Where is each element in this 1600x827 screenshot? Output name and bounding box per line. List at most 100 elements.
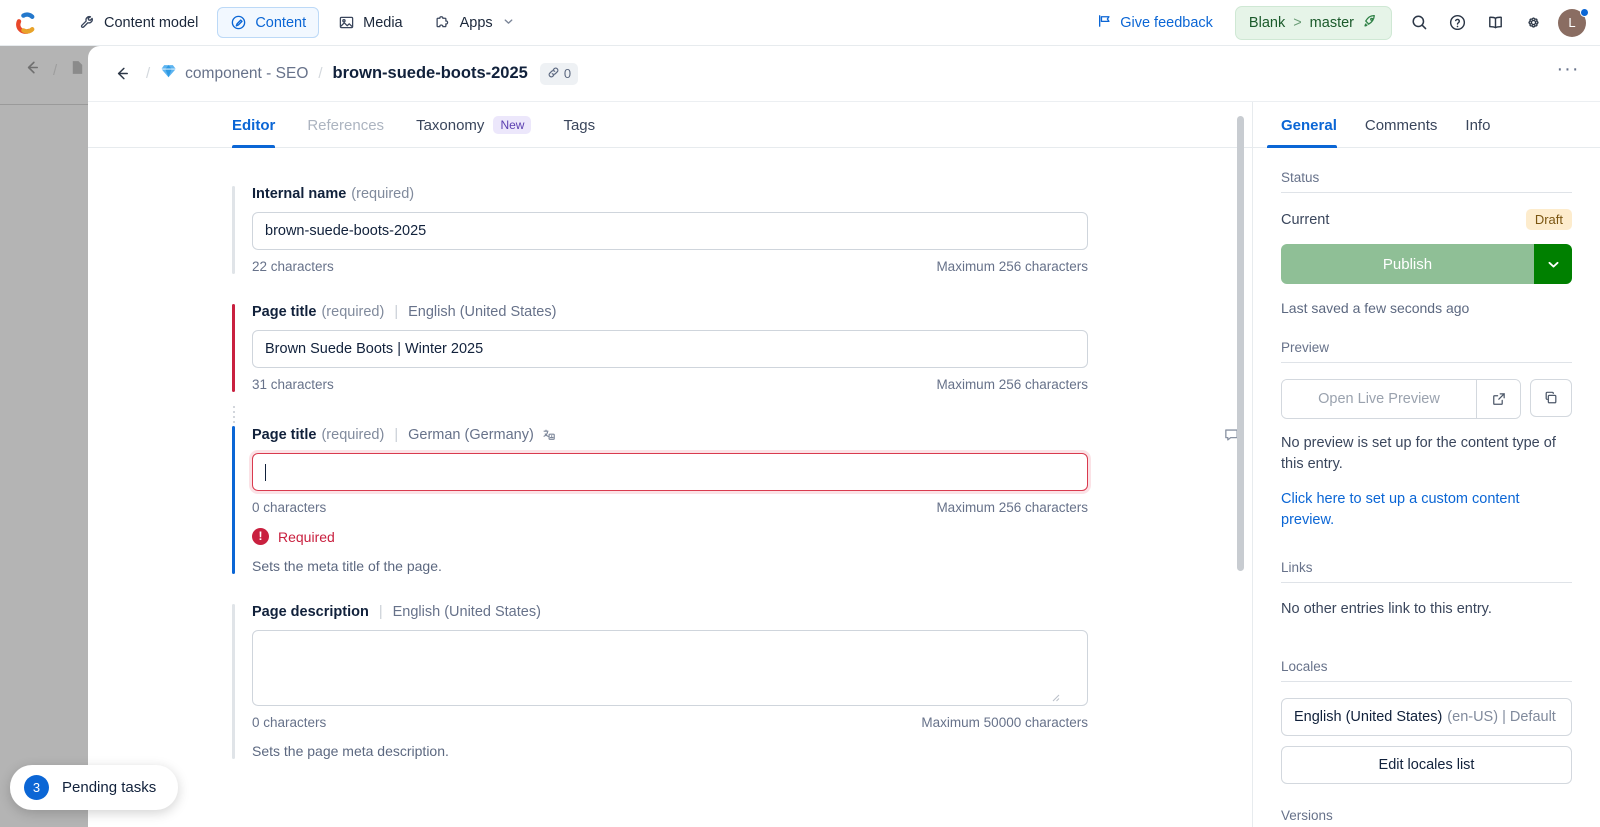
rocket-icon: [1362, 13, 1378, 33]
field-title: Page description: [252, 604, 369, 620]
entry-sidebar: General Comments Info Status Current Dra…: [1252, 102, 1600, 827]
field-list: Internal name (required) brown-suede-boo…: [88, 148, 1252, 759]
page-description-textarea[interactable]: [252, 630, 1088, 706]
field-counts: 22 characters Maximum 256 characters: [252, 259, 1088, 274]
env-separator: >: [1293, 14, 1302, 31]
status-row: Current Draft: [1281, 209, 1572, 230]
entry-links-badge[interactable]: 0: [539, 62, 579, 85]
char-count: 0 characters: [252, 500, 327, 515]
space-name: Blank: [1248, 14, 1286, 31]
publish-button-group: Publish: [1281, 244, 1572, 284]
tab-references[interactable]: References: [291, 117, 400, 147]
tab-tags[interactable]: Tags: [547, 117, 611, 147]
page-title-en-input[interactable]: Brown Suede Boots | Winter 2025: [252, 330, 1088, 368]
field-page-description-en-us: Page description | English (United State…: [232, 604, 1252, 759]
entry-body: Editor References Taxonomy New Tags Inte…: [88, 102, 1600, 827]
arrow-left-icon: [22, 58, 41, 82]
field-title: Internal name: [252, 186, 347, 202]
nav-item-media[interactable]: Media: [325, 7, 416, 38]
setup-preview-link[interactable]: Click here to set up a custom content pr…: [1281, 489, 1572, 530]
tab-label: General: [1281, 117, 1337, 134]
publish-button[interactable]: Publish: [1281, 244, 1534, 284]
back-button[interactable]: [106, 59, 136, 89]
tab-label: Taxonomy: [416, 116, 485, 134]
content-pen-icon: [230, 14, 247, 31]
page-title-de-input[interactable]: [252, 453, 1088, 491]
open-live-preview-button[interactable]: Open Live Preview: [1282, 380, 1476, 418]
edit-locales-list-button[interactable]: Edit locales list: [1281, 745, 1572, 784]
entry-header: / component - SEO / brown-suede-boots-20…: [88, 46, 1600, 102]
sidebar-tab-comments[interactable]: Comments: [1351, 117, 1452, 147]
label-pipe: |: [378, 604, 383, 620]
field-counts: 31 characters Maximum 256 characters: [252, 377, 1088, 392]
environment-name: master: [1309, 14, 1354, 31]
field-validation-error: ! Required: [252, 528, 1252, 545]
field-state-bar: [232, 186, 235, 274]
entry-more-options-button[interactable]: ···: [1554, 58, 1582, 88]
locales-section-title: Locales: [1281, 659, 1572, 682]
help-circle-icon[interactable]: [1440, 6, 1474, 40]
pending-tasks-label: Pending tasks: [62, 779, 157, 796]
last-saved-text: Last saved a few seconds ago: [1281, 300, 1470, 316]
breadcrumb-content-type[interactable]: component - SEO: [160, 63, 308, 84]
sidebar-tabs: General Comments Info: [1253, 102, 1600, 148]
nav-item-content[interactable]: Content: [217, 7, 320, 38]
editor-tabs: Editor References Taxonomy New Tags: [88, 102, 1252, 148]
preview-section-title: Preview: [1281, 340, 1572, 363]
notification-dot: [1580, 7, 1589, 17]
nav-label: Media: [363, 14, 403, 31]
field-title: Page title: [252, 304, 317, 320]
external-link-icon[interactable]: [1476, 380, 1520, 418]
field-state-bar: [232, 604, 235, 759]
search-icon[interactable]: [1402, 6, 1436, 40]
nav-item-content-model[interactable]: Content model: [66, 7, 211, 38]
field-label: Page title (required) | English (United …: [252, 304, 1252, 320]
give-feedback-button[interactable]: Give feedback: [1089, 7, 1221, 39]
preview-button-group: Open Live Preview: [1281, 379, 1521, 419]
tab-label: Editor: [232, 117, 276, 134]
content-type-label: component - SEO: [185, 64, 309, 82]
sidebar-tab-general[interactable]: General: [1267, 117, 1351, 148]
diamond-icon: [160, 63, 177, 84]
nav-item-apps[interactable]: Apps: [422, 7, 527, 38]
drag-handle-icon[interactable]: [232, 406, 235, 423]
primary-nav: Content model Content Media Apps: [66, 7, 527, 38]
publish-dropdown-button[interactable]: [1534, 244, 1572, 284]
internal-name-input[interactable]: brown-suede-boots-2025: [252, 212, 1088, 250]
tab-label: Tags: [563, 117, 596, 134]
copy-icon[interactable]: [1530, 379, 1572, 417]
field-locale: German (Germany): [408, 426, 534, 443]
input-value: Brown Suede Boots | Winter 2025: [265, 341, 484, 357]
environment-selector[interactable]: Blank > master: [1234, 5, 1392, 40]
field-label: Page description | English (United State…: [252, 604, 1252, 620]
app-screen: Content model Content Media Apps Give fe…: [0, 0, 1600, 827]
field-help-text: Sets the page meta description.: [252, 743, 449, 759]
selected-locale-box[interactable]: English (United States) (en-US) | Defaul…: [1281, 697, 1572, 736]
field-counts: 0 characters Maximum 50000 characters: [252, 715, 1088, 730]
gear-icon[interactable]: [1516, 6, 1550, 40]
max-chars: Maximum 256 characters: [936, 500, 1088, 515]
link-icon: [547, 66, 560, 82]
status-badge: Draft: [1525, 209, 1572, 230]
editor-scrollbar-thumb[interactable]: [1237, 116, 1244, 571]
field-state-bar: [232, 426, 235, 574]
sidebar-tab-info[interactable]: Info: [1451, 117, 1504, 147]
entry-title: brown-suede-boots-2025: [332, 64, 528, 82]
pending-tasks-widget[interactable]: 3 Pending tasks: [10, 765, 179, 810]
image-icon: [338, 14, 355, 31]
file-icon: [69, 59, 86, 81]
versions-section-title: Versions: [1281, 808, 1572, 827]
tab-taxonomy[interactable]: Taxonomy New: [400, 116, 547, 147]
book-icon[interactable]: [1478, 6, 1512, 40]
tab-editor[interactable]: Editor: [232, 117, 291, 148]
max-chars: Maximum 256 characters: [936, 377, 1088, 392]
label-pipe: |: [394, 304, 399, 320]
max-chars: Maximum 256 characters: [936, 259, 1088, 274]
char-count: 0 characters: [252, 715, 327, 730]
links-note: No other entries link to this entry.: [1281, 601, 1492, 618]
entry-editor-panel: / component - SEO / brown-suede-boots-20…: [88, 46, 1600, 827]
translate-locale-icon[interactable]: [542, 428, 556, 442]
contentful-logo[interactable]: [14, 10, 40, 36]
field-counts: 0 characters Maximum 256 characters: [252, 500, 1088, 515]
user-avatar-button[interactable]: L: [1554, 6, 1590, 40]
